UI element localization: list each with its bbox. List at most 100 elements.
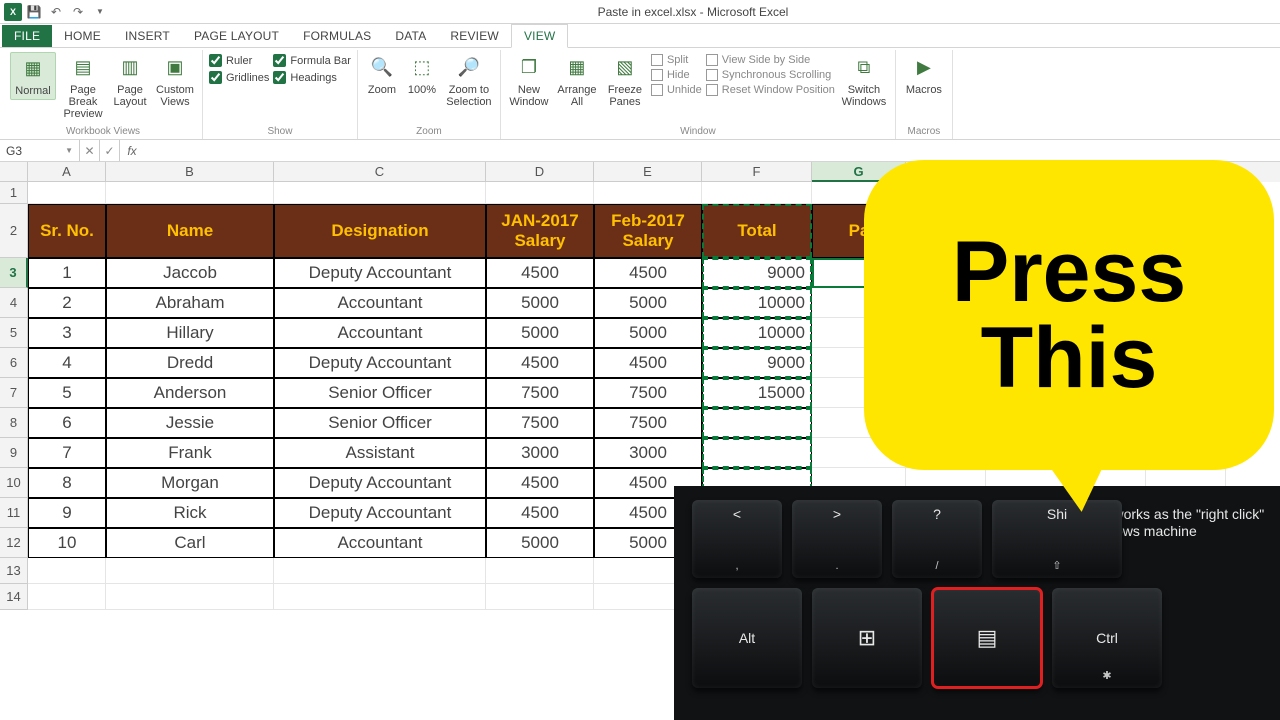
cell-sr[interactable]: 6 [28,408,106,438]
new-window-button[interactable]: ❐New Window [507,52,551,110]
cell-name[interactable]: Dredd [106,348,274,378]
zoom-button[interactable]: 🔍Zoom [364,52,400,98]
gridlines-checkbox[interactable]: Gridlines [209,71,269,84]
hdr-designation[interactable]: Designation [274,204,486,258]
cell-sr[interactable]: 7 [28,438,106,468]
cell-designation[interactable]: Deputy Accountant [274,258,486,288]
switch-windows-button[interactable]: ⧉Switch Windows [839,52,889,110]
cell-designation[interactable]: Accountant [274,528,486,558]
tab-review[interactable]: REVIEW [438,25,511,47]
row-header-11[interactable]: 11 [0,498,28,528]
cell-name[interactable]: Jessie [106,408,274,438]
cell-jan[interactable]: 5000 [486,288,594,318]
cell-jan[interactable]: 4500 [486,258,594,288]
tab-data[interactable]: DATA [383,25,438,47]
enter-formula-icon[interactable]: ✓ [100,140,120,161]
cell-jan[interactable]: 7500 [486,408,594,438]
row-header-1[interactable]: 1 [0,182,28,204]
cell-sr[interactable]: 5 [28,378,106,408]
tab-insert[interactable]: INSERT [113,25,182,47]
synchronous-scrolling-button[interactable]: Synchronous Scrolling [706,69,835,81]
custom-views-button[interactable]: ▣Custom Views [154,52,196,110]
row-header-7[interactable]: 7 [0,378,28,408]
cell-name[interactable]: Hillary [106,318,274,348]
cell-total[interactable]: 9000 [702,348,812,378]
page-break-preview-button[interactable]: ▤Page Break Preview [60,52,106,122]
reset-window-position-button[interactable]: Reset Window Position [706,84,835,96]
zoom-selection-button[interactable]: 🔎Zoom to Selection [444,52,494,110]
cell-jan[interactable]: 4500 [486,348,594,378]
cell-name[interactable]: Rick [106,498,274,528]
page-layout-button[interactable]: ▥Page Layout [110,52,150,110]
tab-page-layout[interactable]: PAGE LAYOUT [182,25,291,47]
col-header-d[interactable]: D [486,162,594,182]
cell-jan[interactable]: 4500 [486,498,594,528]
row-header-13[interactable]: 13 [0,558,28,584]
cell-designation[interactable]: Deputy Accountant [274,348,486,378]
row-header-2[interactable]: 2 [0,204,28,258]
cancel-formula-icon[interactable]: ✕ [80,140,100,161]
normal-view-button[interactable]: ▦Normal [10,52,56,100]
redo-icon[interactable]: ↷ [68,2,88,22]
row-header-5[interactable]: 5 [0,318,28,348]
row-header-6[interactable]: 6 [0,348,28,378]
cell-name[interactable]: Frank [106,438,274,468]
cell-total[interactable]: 10000 [702,318,812,348]
cell-designation[interactable]: Assistant [274,438,486,468]
select-all-corner[interactable] [0,162,28,182]
headings-checkbox[interactable]: Headings [273,71,351,84]
cell-jan[interactable]: 5000 [486,318,594,348]
cell-total[interactable]: 15000 [702,378,812,408]
row-header-8[interactable]: 8 [0,408,28,438]
cell-jan[interactable]: 7500 [486,378,594,408]
cell-feb[interactable]: 4500 [594,258,702,288]
unhide-button[interactable]: Unhide [651,84,702,96]
hdr-total[interactable]: Total [702,204,812,258]
cell-designation[interactable]: Deputy Accountant [274,468,486,498]
cell-jan[interactable]: 3000 [486,438,594,468]
cell-designation[interactable]: Senior Officer [274,408,486,438]
cell-name[interactable]: Abraham [106,288,274,318]
save-icon[interactable]: 💾 [24,2,44,22]
hdr-name[interactable]: Name [106,204,274,258]
name-box[interactable]: G3 ▼ [0,140,80,161]
col-header-c[interactable]: C [274,162,486,182]
tab-view[interactable]: VIEW [511,24,568,48]
cell-feb[interactable]: 3000 [594,438,702,468]
arrange-all-button[interactable]: ▦Arrange All [555,52,599,110]
cell-sr[interactable]: 1 [28,258,106,288]
split-button[interactable]: Split [651,54,702,66]
cell-sr[interactable]: 3 [28,318,106,348]
cell-total[interactable]: 10000 [702,288,812,318]
macros-button[interactable]: ▶Macros [902,52,946,98]
cell-total[interactable]: 9000 [702,258,812,288]
tab-home[interactable]: HOME [52,25,113,47]
formula-input[interactable] [144,140,1280,161]
tab-formulas[interactable]: FORMULAS [291,25,383,47]
cell-name[interactable]: Morgan [106,468,274,498]
cell-designation[interactable]: Senior Officer [274,378,486,408]
cell-feb[interactable]: 5000 [594,288,702,318]
fx-icon[interactable]: fx [120,140,144,161]
cell-sr[interactable]: 4 [28,348,106,378]
cell-feb[interactable]: 7500 [594,378,702,408]
cell-feb[interactable]: 7500 [594,408,702,438]
tab-file[interactable]: FILE [2,25,52,47]
cell-name[interactable]: Carl [106,528,274,558]
zoom-100-button[interactable]: ⬚100% [404,52,440,98]
formula-bar-checkbox[interactable]: Formula Bar [273,54,351,67]
cell-sr[interactable]: 8 [28,468,106,498]
cell-designation[interactable]: Accountant [274,318,486,348]
hdr-jan[interactable]: JAN-2017 Salary [486,204,594,258]
row-header-9[interactable]: 9 [0,438,28,468]
cell-total[interactable] [702,438,812,468]
col-header-e[interactable]: E [594,162,702,182]
cell-sr[interactable]: 2 [28,288,106,318]
cell-jan[interactable]: 5000 [486,528,594,558]
col-header-f[interactable]: F [702,162,812,182]
cell-sr[interactable]: 9 [28,498,106,528]
col-header-b[interactable]: B [106,162,274,182]
cell-name[interactable]: Jaccob [106,258,274,288]
col-header-a[interactable]: A [28,162,106,182]
hide-button[interactable]: Hide [651,69,702,81]
